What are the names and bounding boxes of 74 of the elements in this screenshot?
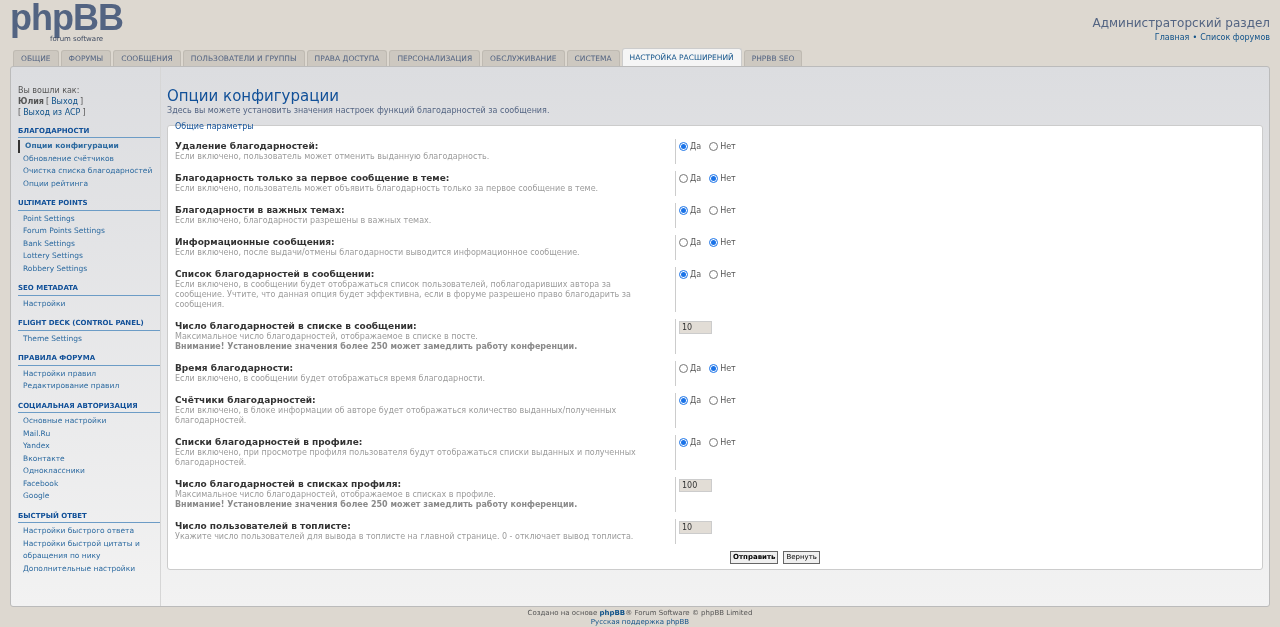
radio-label: Да (690, 172, 702, 185)
radio-button[interactable] (679, 206, 688, 216)
radio-button[interactable] (709, 438, 719, 448)
bracket-text: [ (46, 95, 50, 107)
radio-button[interactable] (679, 438, 688, 448)
radio-button[interactable] (679, 142, 688, 152)
setting-description: Если включено, при просмотре профиля пользователя будут отображаться списки выданных и полученных благодарностей. (175, 447, 637, 468)
radio-label: Нет (720, 236, 736, 249)
bracket-text: ] (80, 95, 84, 107)
setting-description: Максимальное число благодарностей, отображаемое в списке в посте. (175, 331, 479, 342)
radio-button[interactable] (709, 270, 719, 280)
radio-label: Да (690, 362, 702, 375)
setting-warning: Внимание! Установление значения более 250 может замедлить работу конференции. (175, 499, 579, 510)
radio-label: Нет (720, 394, 736, 407)
radio-label: Да (690, 394, 702, 407)
setting-warning: Внимание! Установление значения более 250 может замедлить работу конференции. (175, 341, 579, 352)
setting-description: Если включено, пользователь может отменить выданную благодарность. (175, 151, 491, 162)
setting-description: Если включено, благодарности разрешены в важных темах. (175, 215, 433, 226)
radio-button[interactable] (679, 238, 688, 248)
radio-button[interactable] (709, 396, 719, 406)
radio-label: Да (690, 268, 702, 281)
number-field[interactable]: 100 (679, 478, 712, 492)
acp-logout-link[interactable]: Выход из ACP (23, 106, 81, 118)
setting-description: Если включено, в блоке информации об авторе будет отображаться количество выданных/полученных благодарностей. (175, 405, 618, 426)
setting-label: Число благодарностей в списках профиля: (175, 478, 403, 490)
setting-label: Время благодарности: (175, 362, 295, 374)
radio-label: Нет (720, 172, 736, 185)
setting-label: Списки благодарностей в профиле: (175, 436, 364, 448)
setting-label: Число благодарностей в списке в сообщении: (175, 320, 418, 332)
radio-button[interactable] (679, 270, 688, 280)
radio-button[interactable] (709, 174, 719, 184)
setting-label: Благодарности в важных темах: (175, 204, 346, 216)
setting-description: Укажите число пользователей для вывода в топлисте на главной странице. 0 - отключает вывод топлиста. (175, 531, 635, 542)
setting-description: Если включено, пользователь может объявить благодарность только за первое сообщение в теме. (175, 183, 600, 194)
header-link[interactable]: Главная (1154, 32, 1190, 44)
radio-button[interactable] (679, 396, 688, 406)
setting-label: Список благодарностей в сообщении: (175, 268, 376, 280)
radio-button[interactable] (709, 142, 719, 152)
admin-title: Администраторский раздел (1092, 15, 1270, 32)
radio-label: Да (690, 236, 702, 249)
radio-button[interactable] (709, 364, 719, 374)
radio-button[interactable] (679, 174, 688, 184)
radio-label: Да (690, 140, 702, 153)
radio-label: Нет (720, 362, 736, 375)
page-title: Опции конфигурации (167, 86, 340, 105)
username: Юлия (18, 95, 44, 107)
radio-label: Да (690, 204, 702, 217)
radio-button[interactable] (679, 364, 688, 374)
bracket-text: ] (82, 106, 86, 118)
page-description: Здесь вы можете установить значения настроек функций благодарностей за сообщения. (167, 104, 551, 117)
radio-label: Нет (720, 268, 736, 281)
setting-label: Информационные сообщения: (175, 236, 336, 248)
setting-description: Если включено, в сообщении будет отображаться список пользователей, поблагодаривших автора за сообщение. Учтите, что данная опция будет эффективна, если в форуме разрешено право благодарить за сообщения. (175, 279, 632, 310)
number-field[interactable]: 10 (679, 320, 712, 334)
setting-description: Если включено, в сообщении будет отображаться время благодарности. (175, 373, 487, 384)
header-link[interactable]: Список форумов (1200, 32, 1270, 44)
logout-link[interactable]: Выход (51, 95, 79, 107)
number-field[interactable]: 10 (679, 520, 712, 534)
setting-label: Счётчики благодарностей: (175, 394, 317, 406)
radio-label: Нет (720, 436, 736, 449)
bracket-text: [ (18, 106, 22, 118)
setting-label: Благодарность только за первое сообщение в теме: (175, 172, 451, 184)
setting-label: Удаление благодарностей: (175, 140, 320, 152)
radio-label: Да (690, 436, 702, 449)
login-label: Вы вошли как: (18, 84, 81, 96)
radio-label: Нет (720, 204, 736, 217)
radio-button[interactable] (709, 206, 719, 216)
separator-text: • (1192, 32, 1198, 44)
fieldset-legend: Общие параметры (175, 120, 1255, 133)
setting-label: Число пользователей в топлисте: (175, 520, 352, 532)
radio-label: Нет (720, 140, 736, 153)
radio-button[interactable] (709, 238, 719, 248)
setting-description: Максимальное число благодарностей, отображаемое в списках в профиле. (175, 489, 497, 500)
setting-description: Если включено, после выдачи/отмены благодарности выводится информационное сообщение. (175, 247, 581, 258)
